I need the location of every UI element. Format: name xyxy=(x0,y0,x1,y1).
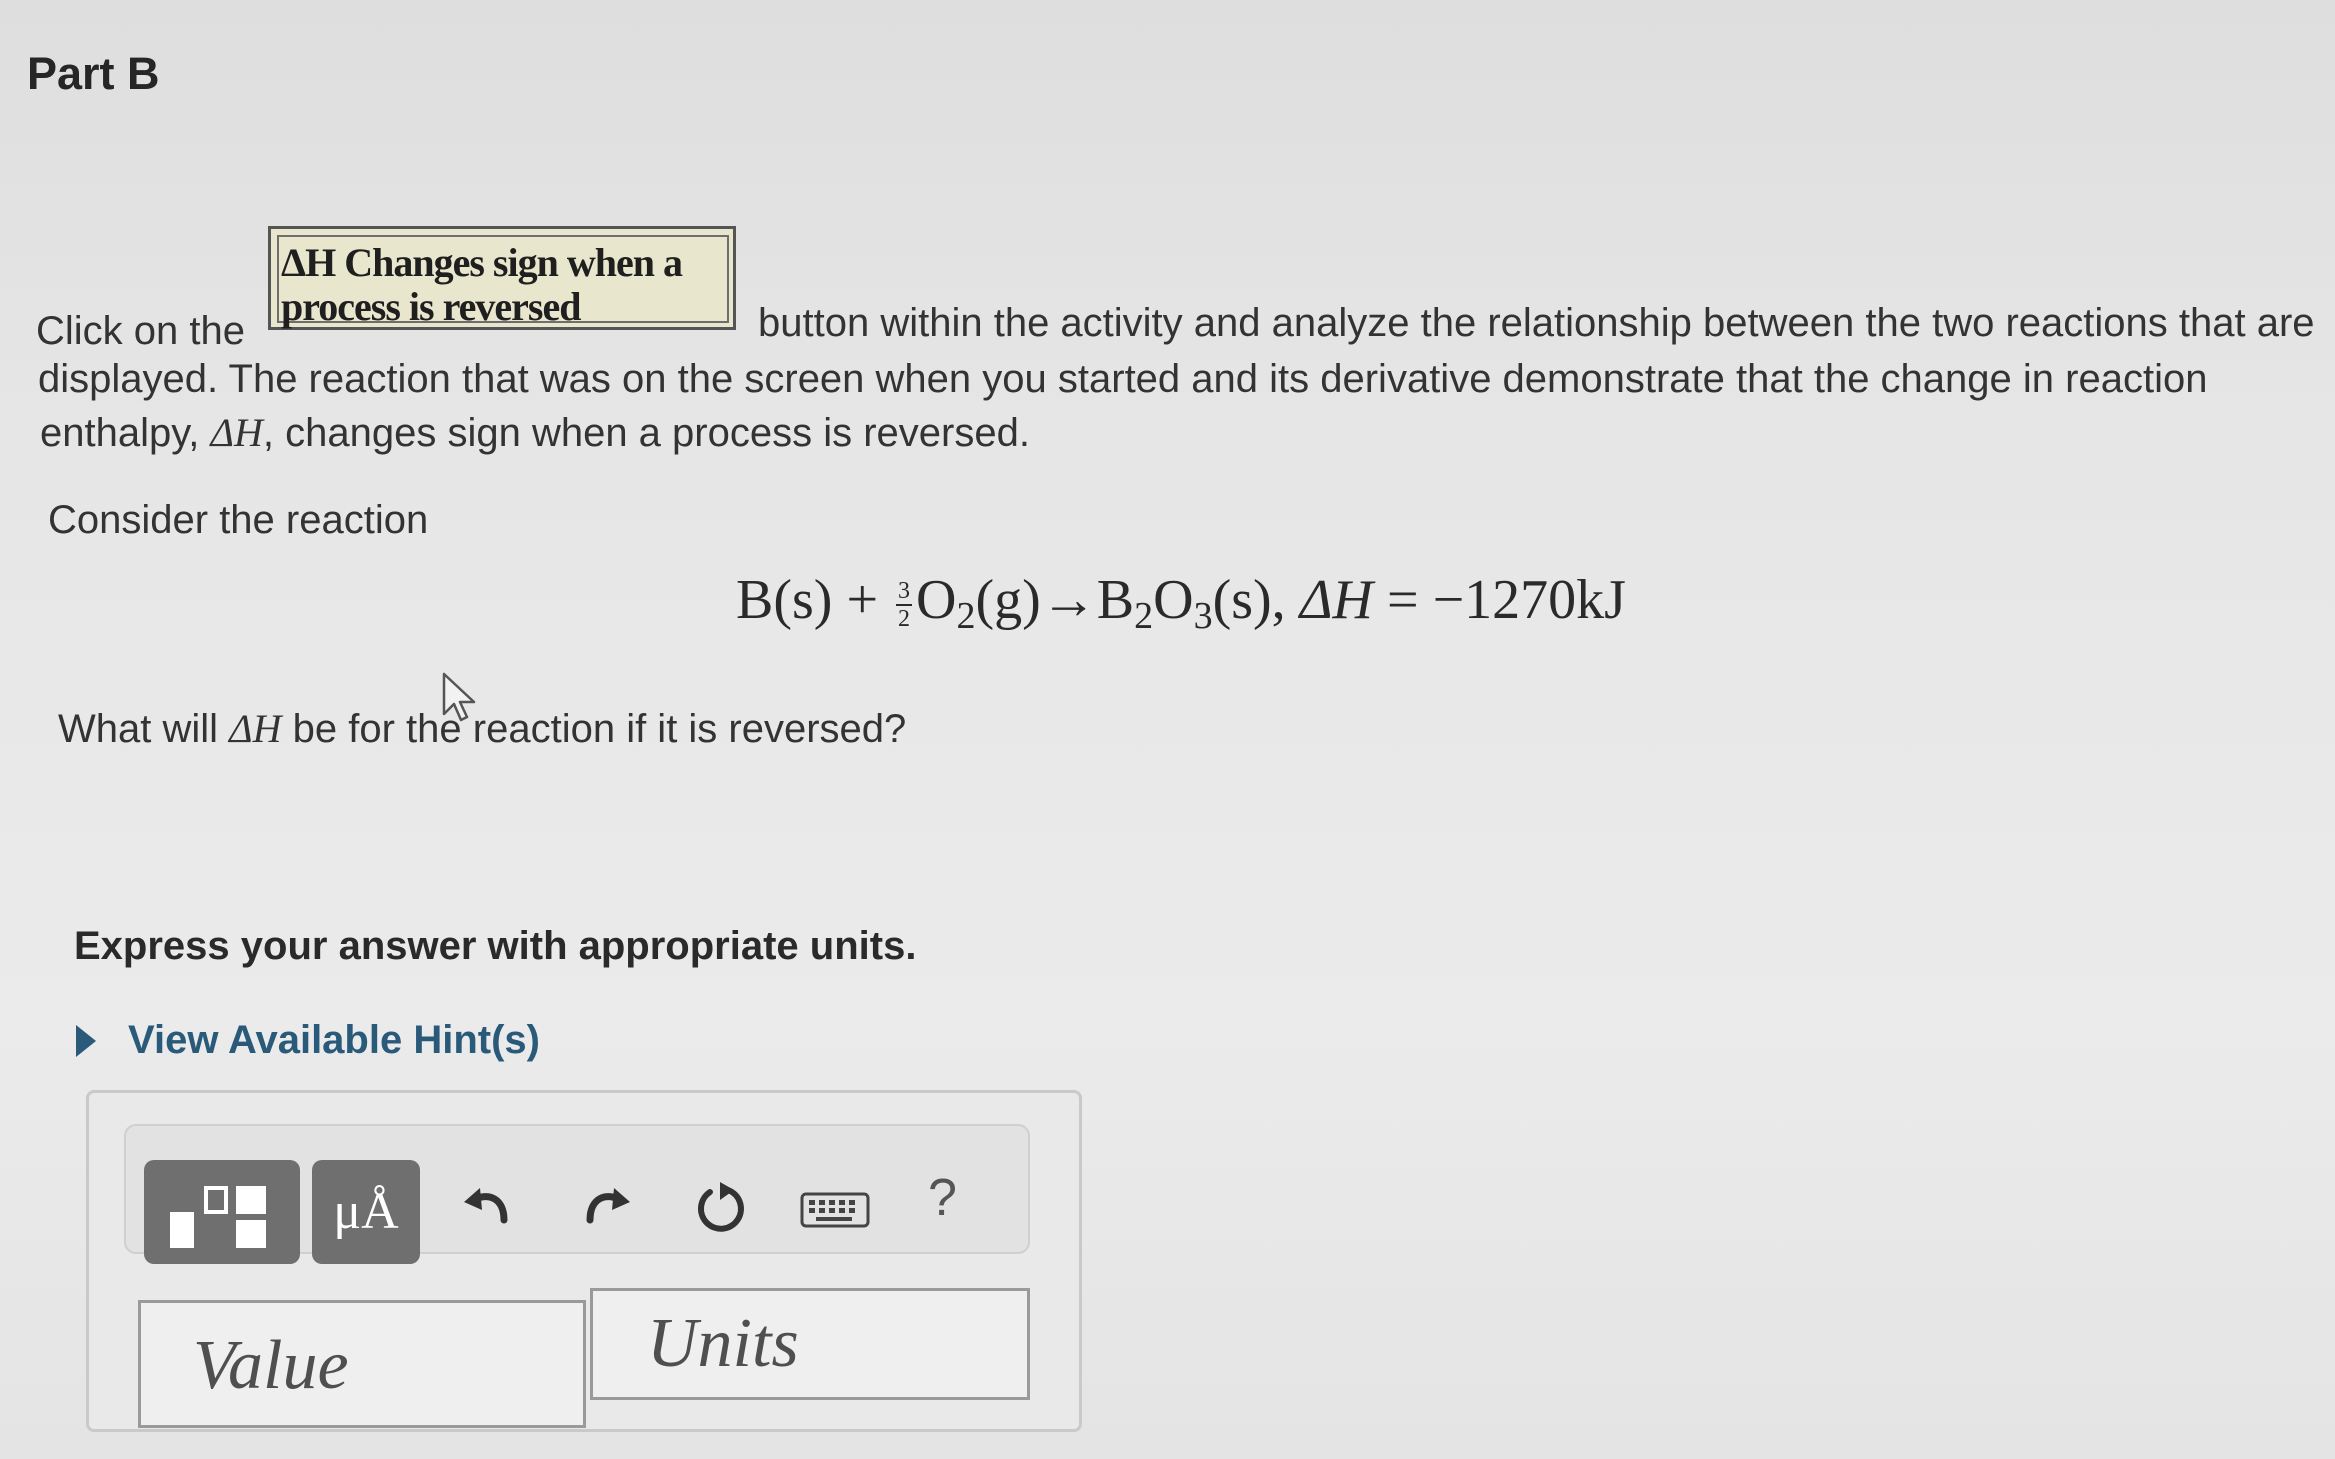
instruction-after-button: button within the activity and analyze t… xyxy=(758,301,2315,345)
units-picker-button[interactable]: μÅ xyxy=(312,1160,420,1264)
templates-icon xyxy=(170,1186,266,1248)
instruction-line-3: enthalpy, ΔH, changes sign when a proces… xyxy=(40,410,1030,455)
button-label-line1: ΔH Changes sign when a xyxy=(281,240,683,285)
units-input[interactable] xyxy=(590,1288,1030,1400)
question-delta-h: ΔH xyxy=(229,706,282,751)
part-title: Part B xyxy=(27,48,160,99)
express-answer-instruction: Express your answer with appropriate uni… xyxy=(74,924,917,968)
consider-text: Consider the reaction xyxy=(48,498,429,542)
templates-button[interactable] xyxy=(144,1160,300,1264)
reaction-arrow: → xyxy=(1040,569,1097,631)
reaction-equation: B(s) + 3 2 O2(g)→B2O3(s), ΔH = −1270kJ xyxy=(736,569,1626,637)
instruction-before-button: Click on the xyxy=(36,309,245,353)
redo-icon[interactable] xyxy=(576,1178,636,1238)
help-button[interactable]: ? xyxy=(928,1168,957,1228)
button-label-line2: process is reversed xyxy=(281,284,581,329)
undo-icon[interactable] xyxy=(458,1178,518,1238)
view-hints-label: View Available Hint(s) xyxy=(128,1018,540,1062)
instruction-line-2: displayed. The reaction that was on the … xyxy=(38,357,2208,401)
view-hints-link[interactable]: View Available Hint(s) xyxy=(76,1018,540,1063)
mouse-cursor-icon xyxy=(442,672,476,722)
value-input[interactable] xyxy=(138,1300,586,1428)
equation-delta-h: ΔH xyxy=(1299,569,1373,631)
keyboard-icon[interactable] xyxy=(800,1190,870,1230)
delta-h-symbol: ΔH xyxy=(210,410,263,455)
reset-icon[interactable] xyxy=(690,1178,750,1238)
delta-h-changes-sign-button[interactable]: ΔH Changes sign when a process is revers… xyxy=(268,226,736,330)
equation-delta-h-value: = −1270kJ xyxy=(1387,569,1626,631)
question-text: What will ΔH be for the reaction if it i… xyxy=(58,706,907,751)
disclosure-triangle-icon xyxy=(76,1024,96,1057)
fraction-three-halves: 32 xyxy=(896,578,913,633)
